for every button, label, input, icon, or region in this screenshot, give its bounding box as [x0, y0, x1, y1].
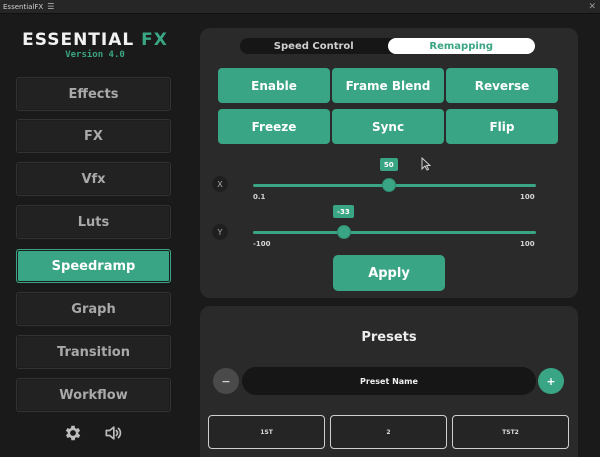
y-max-label: 100 — [520, 240, 535, 248]
speed-panel: Speed Control Remapping Enable Frame Ble… — [200, 28, 578, 298]
y-min-label: -100 — [253, 240, 271, 248]
presets-panel: Presets − + 1ST 2 TST2 — [200, 306, 578, 457]
preset-slot[interactable]: 1ST — [208, 415, 325, 449]
frame-blend-button[interactable]: Frame Blend — [332, 68, 444, 103]
sidebar-item-vfx[interactable]: Vfx — [16, 162, 171, 196]
app-logo: ESSENTIAL FX — [0, 30, 190, 50]
x-max-label: 100 — [520, 193, 535, 201]
title-bar: EssentialFX ☰ ✕ — [0, 0, 600, 14]
gear-icon[interactable] — [62, 423, 84, 443]
flip-button[interactable]: Flip — [446, 109, 558, 144]
sidebar-item-transition[interactable]: Transition — [16, 335, 171, 369]
y-axis-label: Y — [212, 224, 228, 240]
close-icon[interactable]: ✕ — [588, 0, 596, 14]
sidebar-item-workflow[interactable]: Workflow — [16, 378, 171, 412]
y-slider-handle[interactable] — [336, 225, 351, 239]
apply-button[interactable]: Apply — [333, 255, 445, 291]
logo-accent: FX — [141, 30, 168, 50]
remove-preset-button[interactable]: − — [213, 368, 239, 394]
sidebar-item-effects[interactable]: Effects — [16, 77, 171, 111]
tab-remapping[interactable]: Remapping — [387, 38, 535, 54]
sidebar: ESSENTIAL FX Version 4.0 Effects FX Vfx … — [0, 14, 190, 457]
x-min-label: 0.1 — [253, 193, 266, 201]
speed-tabs: Speed Control Remapping — [240, 38, 535, 54]
menu-icon[interactable]: ☰ — [47, 2, 54, 11]
add-preset-button[interactable]: + — [538, 368, 564, 394]
version-label: Version 4.0 — [65, 50, 125, 60]
freeze-button[interactable]: Freeze — [218, 109, 330, 144]
sync-button[interactable]: Sync — [332, 109, 444, 144]
y-slider-track[interactable] — [253, 231, 536, 234]
speaker-icon[interactable] — [102, 423, 124, 443]
mouse-cursor-icon — [421, 157, 431, 171]
presets-title: Presets — [361, 330, 417, 345]
enable-button[interactable]: Enable — [218, 68, 330, 103]
tab-speed-control[interactable]: Speed Control — [240, 38, 388, 54]
x-slider-handle[interactable] — [381, 178, 396, 192]
y-value-bubble: -33 — [333, 205, 354, 218]
preset-name-input[interactable] — [242, 367, 536, 395]
preset-slot[interactable]: TST2 — [452, 415, 569, 449]
window-title: EssentialFX — [3, 2, 44, 11]
x-axis-label: X — [212, 176, 228, 192]
sidebar-item-fx[interactable]: FX — [16, 119, 171, 153]
sidebar-item-luts[interactable]: Luts — [16, 205, 171, 239]
x-value-bubble: 50 — [379, 158, 398, 171]
logo-main: ESSENTIAL — [22, 30, 142, 50]
reverse-button[interactable]: Reverse — [446, 68, 558, 103]
preset-slot[interactable]: 2 — [330, 415, 447, 449]
sidebar-item-speedramp[interactable]: Speedramp — [16, 249, 171, 283]
sidebar-item-graph[interactable]: Graph — [16, 292, 171, 326]
